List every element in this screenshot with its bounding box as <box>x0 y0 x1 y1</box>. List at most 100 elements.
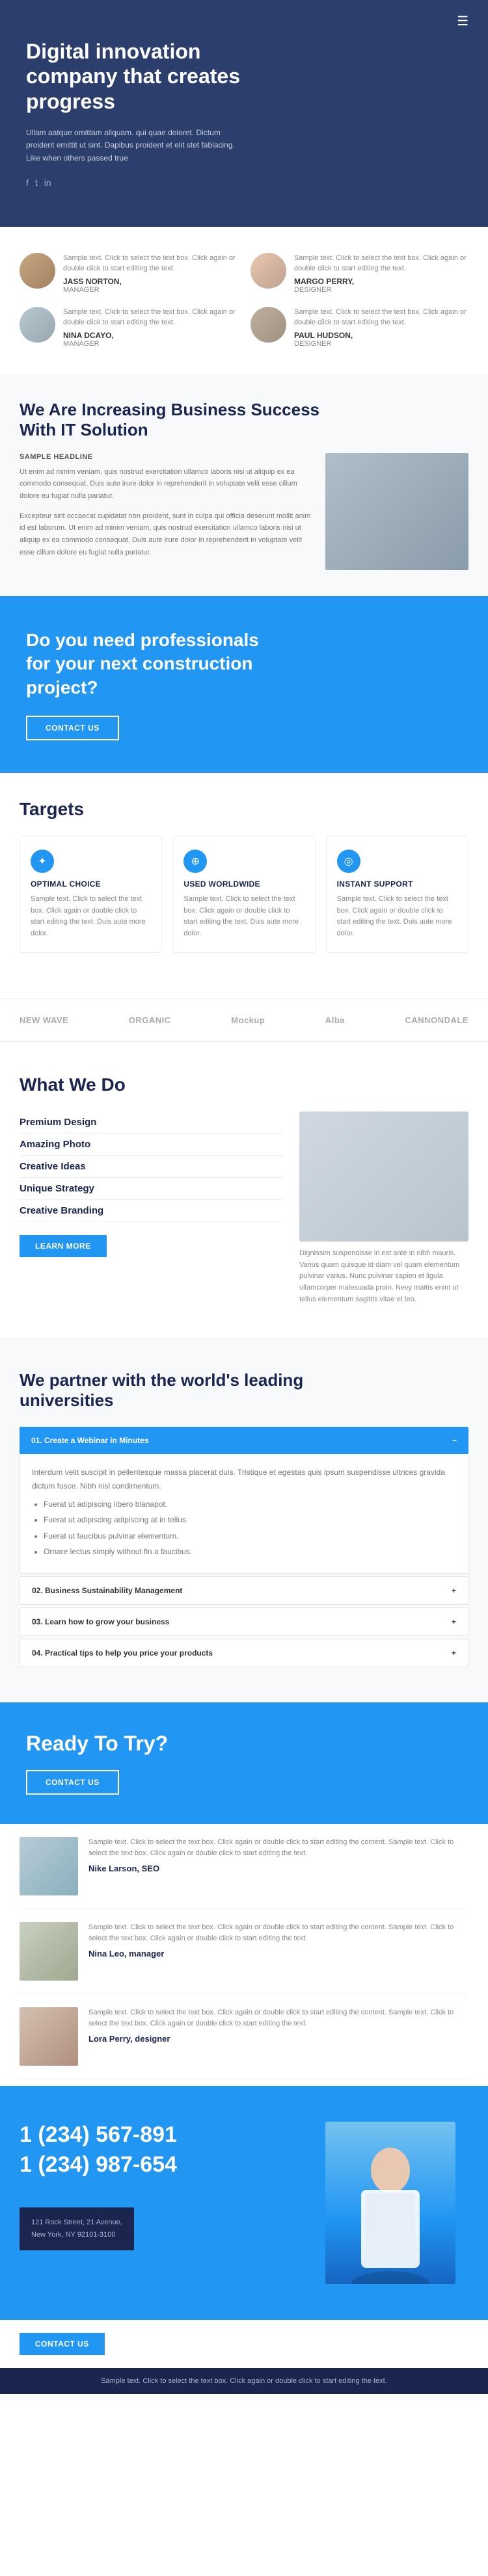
accordion: 01. Create a Webinar in Minutes − Interd… <box>20 1427 468 1667</box>
bullet-2: Fuerat ut adipiscing adipiscing at in te… <box>44 1513 456 1526</box>
target-title-2: USED WORLDWIDE <box>183 879 304 889</box>
person-text-1: Sample text. Click to select the text bo… <box>88 1837 468 1860</box>
member-info: Sample text. Click to select the text bo… <box>294 253 468 294</box>
logo-organic: ORGANIC <box>129 1015 171 1025</box>
member-info: Sample text. Click to select the text bo… <box>63 307 237 348</box>
member-role: DESIGNER <box>294 340 468 348</box>
service-item-3[interactable]: Creative Ideas <box>20 1156 283 1178</box>
person-card-3: Sample text. Click to select the text bo… <box>20 1994 468 2079</box>
accordion-item-1: 01. Create a Webinar in Minutes − Interd… <box>20 1427 468 1573</box>
person-name-3: Lora Perry, designer <box>88 2034 468 2044</box>
cta-section-1: Do you need professionals for your next … <box>0 596 488 773</box>
person-info-1: Sample text. Click to select the text bo… <box>88 1837 468 1895</box>
universities-section: We partner with the world's leading univ… <box>0 1338 488 1702</box>
accordion-item-2: 02. Business Sustainability Management + <box>20 1576 468 1605</box>
twitter-icon[interactable]: t <box>35 177 38 188</box>
service-item-5[interactable]: Creative Branding <box>20 1200 283 1222</box>
member-info: Sample text. Click to select the text bo… <box>63 253 237 294</box>
business-img-placeholder <box>325 453 468 570</box>
business-p2: Excepteur sint occaecat cupidatat non pr… <box>20 510 312 559</box>
target-text-1: Sample text. Click to select the text bo… <box>31 894 151 939</box>
cta1-title: Do you need professionals for your next … <box>26 629 273 699</box>
team-member: Sample text. Click to select the text bo… <box>20 253 237 294</box>
person-photo-2 <box>20 1922 78 1981</box>
what-we-do-title: What We Do <box>20 1074 468 1095</box>
member-name: PAUL HUDSON, <box>294 331 468 340</box>
service-item-2[interactable]: Amazing Photo <box>20 1134 283 1156</box>
person-name-1: Nike Larson, SEO <box>88 1864 468 1873</box>
contact-info: 1 (234) 567-891 1 (234) 987-654 121 Rock… <box>20 2122 325 2284</box>
what-img-placeholder <box>299 1112 468 1242</box>
target-icon-1: ✦ <box>31 850 54 873</box>
contact-us-button-3[interactable]: CONTACT US <box>20 2333 105 2355</box>
support-icon: ◎ <box>344 855 353 868</box>
target-card-1: ✦ OPTIMAL CHOICE Sample text. Click to s… <box>20 836 162 953</box>
avatar <box>251 307 286 343</box>
member-role: MANAGER <box>63 340 237 348</box>
logo-cannondale: CANNONDALE <box>405 1015 468 1025</box>
accordion-header-4[interactable]: 04. Practical tips to help you price you… <box>20 1639 468 1667</box>
member-role: DESIGNER <box>294 286 468 294</box>
service-item-4[interactable]: Unique Strategy <box>20 1178 283 1200</box>
accordion-label-2: 02. Business Sustainability Management <box>32 1586 182 1595</box>
linkedin-icon[interactable]: in <box>44 177 51 188</box>
hero-title: Digital innovation company that creates … <box>26 39 260 114</box>
business-section: We Are Increasing Business Success With … <box>0 374 488 596</box>
worldwide-icon: ⊕ <box>191 855 200 868</box>
accordion-collapse-icon: − <box>452 1436 457 1445</box>
hero-description: Ullam aatque omittam aliquam. qui quae d… <box>26 127 247 164</box>
contact-us-button-1[interactable]: CONTACT US <box>26 716 119 740</box>
bullet-4: Ornare lectus simply without fin a fauci… <box>44 1545 456 1558</box>
service-item-1[interactable]: Premium Design <box>20 1112 283 1134</box>
person-silhouette <box>325 2122 455 2284</box>
learn-more-button[interactable]: LEARN MORE <box>20 1235 107 1257</box>
logo-mockup: Mockup <box>231 1015 265 1025</box>
target-title-1: OPTIMAL CHOICE <box>31 879 151 889</box>
accordion-label-3: 03. Learn how to grow your business <box>32 1617 169 1626</box>
logo-alba: Alba <box>325 1015 345 1025</box>
photo-placeholder-2 <box>20 1922 78 1981</box>
contact-button-area: CONTACT US <box>0 2320 488 2368</box>
facebook-icon[interactable]: f <box>26 177 29 188</box>
person-photo-3 <box>20 2007 78 2066</box>
services-list: Premium Design Amazing Photo Creative Id… <box>20 1112 283 1222</box>
member-role: MANAGER <box>63 286 237 294</box>
accordion-item-4: 04. Practical tips to help you price you… <box>20 1639 468 1667</box>
phone-2: 1 (234) 987-654 <box>20 2152 325 2178</box>
accordion-item-3: 03. Learn how to grow your business + <box>20 1607 468 1636</box>
member-name: JASS NORTON, <box>63 277 237 286</box>
member-sample: Sample text. Click to select the text bo… <box>63 253 237 274</box>
target-text-2: Sample text. Click to select the text bo… <box>183 894 304 939</box>
accordion-bullets-1: Fuerat ut adipiscing libero blanapot. Fu… <box>32 1498 456 1559</box>
bullet-3: Fuerat ut faucibus pulvinar elementum. <box>44 1529 456 1542</box>
accordion-expand-icon-4: + <box>452 1648 456 1658</box>
contact-us-button-2[interactable]: CONTACT US <box>26 1770 119 1795</box>
business-content: SAMPLE HEADLINE Ut enim ad minim veniam,… <box>20 453 468 570</box>
accordion-header-2[interactable]: 02. Business Sustainability Management + <box>20 1576 468 1605</box>
contact-person-image <box>325 2122 455 2284</box>
logo-new-wave: NEW WAVE <box>20 1015 68 1025</box>
accordion-expand-icon-3: + <box>452 1617 456 1626</box>
footer-text: Sample text. Click to select the text bo… <box>20 2377 468 2385</box>
accordion-expand-icon: + <box>452 1586 456 1595</box>
accordion-header-1[interactable]: 01. Create a Webinar in Minutes − <box>20 1427 468 1454</box>
targets-title: Targets <box>20 799 468 820</box>
phone-1: 1 (234) 567-891 <box>20 2122 325 2148</box>
accordion-content-1: Interdum velit suscipit in pellentesque … <box>20 1454 468 1573</box>
targets-section: Targets ✦ OPTIMAL CHOICE Sample text. Cl… <box>0 773 488 998</box>
ready-section: Ready To Try? CONTACT US <box>0 1702 488 1824</box>
what-we-do-section: What We Do Premium Design Amazing Photo … <box>0 1042 488 1338</box>
person-card-1: Sample text. Click to select the text bo… <box>20 1824 468 1909</box>
target-card-3: ◎ INSTANT SUPPORT Sample text. Click to … <box>326 836 468 953</box>
team-section: Sample text. Click to select the text bo… <box>0 227 488 374</box>
optimal-icon: ✦ <box>38 855 46 868</box>
what-content: Premium Design Amazing Photo Creative Id… <box>20 1112 468 1305</box>
business-p1: Ut enim ad minim veniam, quis nostrud ex… <box>20 466 312 502</box>
accordion-label-4: 04. Practical tips to help you price you… <box>32 1648 213 1658</box>
accordion-header-3[interactable]: 03. Learn how to grow your business + <box>20 1607 468 1636</box>
people-section: Sample text. Click to select the text bo… <box>0 1824 488 2086</box>
person-info-3: Sample text. Click to select the text bo… <box>88 2007 468 2066</box>
hamburger-icon[interactable]: ☰ <box>457 13 468 29</box>
avatar <box>20 253 55 289</box>
social-links: f t in <box>26 177 462 188</box>
